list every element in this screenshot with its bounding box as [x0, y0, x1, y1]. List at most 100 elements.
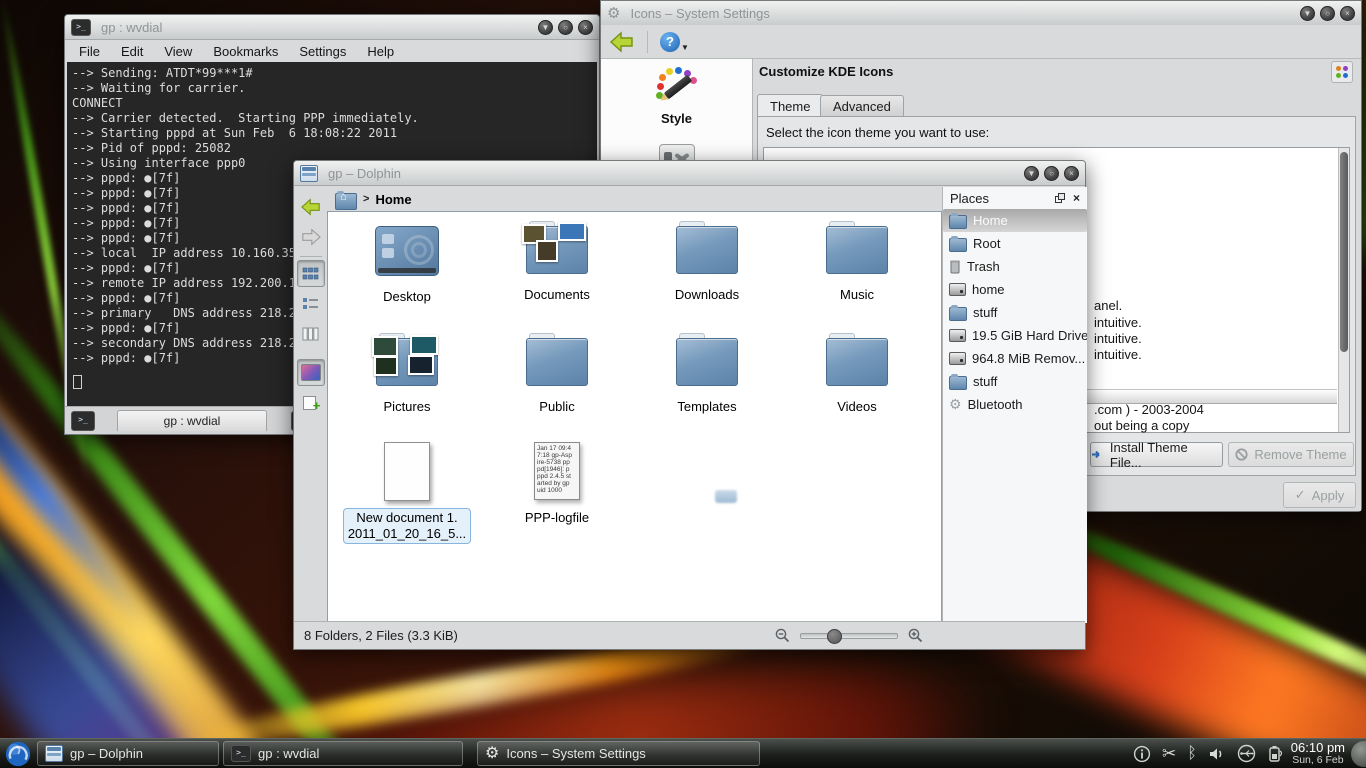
info-icon[interactable] — [1133, 745, 1151, 763]
folder-icon — [949, 376, 967, 390]
menu-edit[interactable]: Edit — [121, 44, 143, 59]
places-item-home-drive[interactable]: home — [943, 278, 1087, 301]
tab-theme[interactable]: Theme — [757, 94, 823, 117]
details-view-button[interactable] — [297, 290, 325, 317]
zoom-in-icon[interactable] — [908, 628, 923, 643]
zoom-slider-thumb[interactable] — [827, 629, 842, 644]
dolphin-app-icon — [300, 165, 318, 182]
document-file-icon — [384, 442, 430, 501]
plasma-toolbox-icon[interactable] — [1351, 741, 1366, 767]
preview-button[interactable] — [297, 359, 325, 386]
split-view-button[interactable]: + — [297, 389, 325, 416]
maximize-button[interactable]: ○ — [558, 20, 573, 35]
details-view-icon — [302, 297, 319, 311]
sidebar-item-style[interactable]: Style — [655, 67, 699, 126]
dolphin-statusbar: 8 Folders, 2 Files (3.3 KiB) — [294, 621, 1085, 649]
float-panel-icon[interactable] — [1055, 193, 1065, 203]
folder-item-downloads[interactable]: Downloads — [632, 218, 782, 304]
close-button[interactable]: × — [1064, 166, 1079, 181]
logfile-preview-line: arted by gp — [537, 480, 577, 487]
logfile-preview-line: pd[1946]: p — [537, 466, 577, 473]
remove-theme-button[interactable]: Remove Theme — [1228, 442, 1354, 467]
back-arrow-icon[interactable] — [609, 31, 635, 53]
places-item-hard-drive[interactable]: 19.5 GiB Hard Drive — [943, 324, 1087, 347]
breadcrumb-home[interactable]: Home — [375, 192, 411, 207]
settings-titlebar[interactable]: ⚙ Icons – System Settings ▼ ○ × — [601, 1, 1361, 26]
klipper-scissors-icon[interactable]: ✂ — [1162, 745, 1176, 762]
menu-bookmarks[interactable]: Bookmarks — [213, 44, 278, 59]
columns-view-button[interactable] — [297, 320, 325, 347]
install-theme-button[interactable]: Install Theme File... — [1090, 442, 1223, 467]
usb-device-icon[interactable] — [1237, 744, 1256, 763]
konsole-app-icon: >_ — [231, 745, 251, 762]
dolphin-file-view[interactable]: Desktop Documents Downloads Music — [327, 211, 942, 623]
konsole-tab[interactable]: gp : wvdial — [117, 410, 267, 431]
places-item-trash[interactable]: Trash — [943, 255, 1087, 278]
places-item-home[interactable]: Home — [943, 209, 1087, 232]
gear-icon: ⚙ — [485, 746, 499, 761]
terminal-line: --> Sending: ATDT*99***1# — [72, 66, 592, 81]
file-item-ppp-logfile[interactable]: Jan 17 09:47:18 gp-Aspire-5738 pppd[1946… — [482, 438, 632, 544]
minimize-button[interactable]: ▼ — [538, 20, 553, 35]
new-tab-button[interactable]: >_ — [71, 411, 95, 431]
scrollbar[interactable] — [1338, 148, 1349, 432]
folder-item-pictures[interactable]: Pictures — [332, 330, 482, 414]
dolphin-titlebar[interactable]: gp – Dolphin ▼ ○ × — [294, 161, 1085, 186]
folder-item-music[interactable]: Music — [782, 218, 932, 304]
clock[interactable]: 06:10 pm Sun, 6 Feb — [1291, 741, 1345, 767]
zoom-slider[interactable] — [800, 633, 898, 639]
folder-icon — [526, 338, 588, 386]
dolphin-window: gp – Dolphin ▼ ○ × ⌂ > Home — [293, 160, 1086, 650]
close-button[interactable]: × — [1340, 6, 1355, 21]
overview-button[interactable] — [1331, 61, 1353, 83]
icons-view-button[interactable] — [297, 260, 325, 287]
forward-button[interactable] — [297, 223, 325, 250]
help-button[interactable]: ? ▼ — [660, 32, 689, 52]
menu-help[interactable]: Help — [367, 44, 394, 59]
task-system-settings[interactable]: ⚙ Icons – System Settings — [477, 741, 760, 766]
zoom-out-icon[interactable] — [775, 628, 790, 643]
volume-icon[interactable] — [1208, 746, 1226, 762]
chevron-down-icon: ▼ — [681, 43, 689, 52]
menu-view[interactable]: View — [164, 44, 192, 59]
places-item-removable[interactable]: 964.8 MiB Remov... — [943, 347, 1087, 370]
menu-file[interactable]: File — [79, 44, 100, 59]
back-button[interactable] — [297, 193, 325, 220]
folder-item-documents[interactable]: Documents — [482, 218, 632, 304]
task-wvdial[interactable]: >_ gp : wvdial — [223, 741, 463, 766]
app-launcher-button[interactable] — [3, 740, 33, 768]
folder-item-desktop[interactable]: Desktop — [332, 218, 482, 304]
places-item-bluetooth[interactable]: ⚙ Bluetooth — [943, 393, 1087, 416]
folder-item-templates[interactable]: Templates — [632, 330, 782, 414]
folder-item-videos[interactable]: Videos — [782, 330, 932, 414]
maximize-button[interactable]: ○ — [1320, 6, 1335, 21]
menu-settings[interactable]: Settings — [299, 44, 346, 59]
places-label: Root — [973, 236, 1000, 251]
battery-icon[interactable] — [1267, 745, 1283, 763]
folder-label: Templates — [677, 399, 736, 414]
minimize-button[interactable]: ▼ — [1300, 6, 1315, 21]
home-folder-icon[interactable]: ⌂ — [335, 191, 357, 208]
close-button[interactable]: × — [578, 20, 593, 35]
bluetooth-icon[interactable]: ᛒ — [1187, 746, 1197, 762]
style-icon — [655, 67, 699, 107]
tab-advanced[interactable]: Advanced — [820, 95, 904, 117]
file-item-new-document[interactable]: New document 1. 2011_01_20_16_5... — [332, 438, 482, 544]
places-item-stuff[interactable]: stuff — [943, 301, 1087, 324]
apply-button[interactable]: ✓ Apply — [1283, 482, 1356, 508]
columns-view-icon — [302, 327, 319, 341]
close-panel-icon[interactable]: × — [1073, 191, 1080, 205]
status-text: 8 Folders, 2 Files (3.3 KiB) — [304, 628, 458, 643]
task-dolphin[interactable]: gp – Dolphin — [37, 741, 219, 766]
pictures-folder-icon — [376, 338, 438, 386]
places-item-stuff2[interactable]: stuff — [943, 370, 1087, 393]
places-item-root[interactable]: Root — [943, 232, 1087, 255]
folder-item-public[interactable]: Public — [482, 330, 632, 414]
minimize-button[interactable]: ▼ — [1024, 166, 1039, 181]
help-icon: ? — [660, 32, 680, 52]
scrollbar-thumb[interactable] — [1340, 152, 1348, 352]
maximize-button[interactable]: ○ — [1044, 166, 1059, 181]
konsole-titlebar[interactable]: >_ gp : wvdial ▼ ○ × — [65, 15, 599, 40]
back-arrow-icon — [300, 198, 322, 216]
konsole-menubar: File Edit View Bookmarks Settings Help — [65, 40, 599, 62]
